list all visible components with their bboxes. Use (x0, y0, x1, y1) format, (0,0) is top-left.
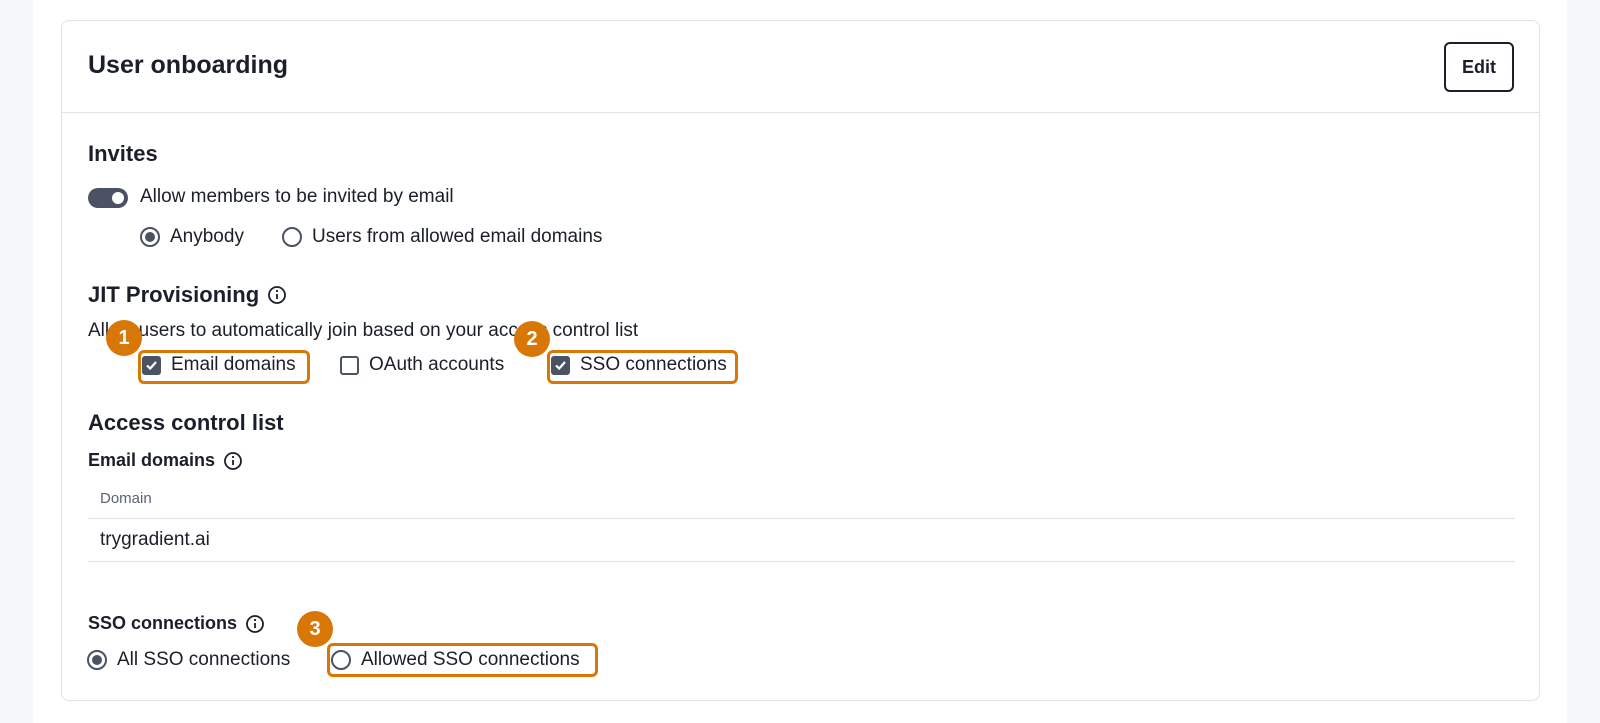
radio-option-all-sso[interactable]: All SSO connections (87, 649, 290, 671)
radio-allowed-domains-label: Users from allowed email domains (312, 226, 603, 247)
radio-option-anybody[interactable]: Anybody (140, 226, 244, 248)
checkbox-email-domains[interactable] (142, 355, 161, 375)
checkbox-option-sso[interactable]: SSO connections (551, 354, 727, 376)
jit-description: Allow users to automatically join based … (88, 320, 639, 341)
info-icon[interactable] (223, 451, 243, 471)
card-title: User onboarding (88, 51, 289, 79)
domain-column-header: Domain (100, 490, 152, 507)
checkbox-oauth-accounts-label: OAuth accounts (369, 354, 505, 375)
jit-heading-row: JIT Provisioning (88, 282, 287, 308)
radio-allowed-sso[interactable] (331, 650, 351, 670)
edit-button[interactable]: Edit (1444, 42, 1514, 92)
card-header: User onboarding Edit (62, 21, 1539, 113)
radio-allowed-domains[interactable] (282, 227, 302, 247)
email-domains-heading-row: Email domains (88, 450, 243, 471)
sso-connections-heading: SSO connections (88, 613, 238, 633)
invite-by-email-toggle[interactable] (88, 188, 128, 208)
domain-table-header: Domain (88, 477, 1515, 519)
annotation-badge-3: 3 (297, 611, 333, 647)
annotation-badge-1: 1 (106, 320, 142, 356)
checkbox-oauth-accounts[interactable] (340, 355, 359, 375)
toggle-knob (112, 192, 124, 204)
annotation-badge-2: 2 (514, 321, 550, 357)
domain-cell: trygradient.ai (100, 529, 210, 550)
invite-toggle-label: Allow members to be invited by email (140, 186, 454, 207)
jit-heading: JIT Provisioning (88, 282, 260, 307)
checkbox-sso-connections-label: SSO connections (580, 354, 727, 375)
radio-option-allowed-sso[interactable]: Allowed SSO connections (331, 649, 580, 671)
table-row: trygradient.ai (88, 519, 1515, 562)
checkbox-email-domains-label: Email domains (171, 354, 296, 375)
invites-heading: Invites (88, 141, 158, 166)
check-icon (146, 360, 157, 370)
check-icon (555, 360, 566, 370)
radio-all-sso[interactable] (87, 650, 107, 670)
sso-heading-row: SSO connections (88, 613, 265, 634)
info-icon[interactable] (267, 285, 287, 305)
radio-anybody-label: Anybody (170, 226, 244, 247)
radio-all-sso-label: All SSO connections (117, 649, 291, 670)
checkbox-option-oauth[interactable]: OAuth accounts (340, 354, 504, 376)
radio-anybody[interactable] (140, 227, 160, 247)
email-domains-heading: Email domains (88, 450, 216, 470)
info-icon[interactable] (245, 614, 265, 634)
checkbox-sso-connections[interactable] (551, 355, 570, 375)
radio-allowed-sso-label: Allowed SSO connections (361, 649, 580, 670)
checkbox-option-email-domains[interactable]: Email domains (142, 354, 296, 376)
radio-option-allowed-domains[interactable]: Users from allowed email domains (282, 226, 602, 248)
acl-heading: Access control list (88, 410, 284, 435)
